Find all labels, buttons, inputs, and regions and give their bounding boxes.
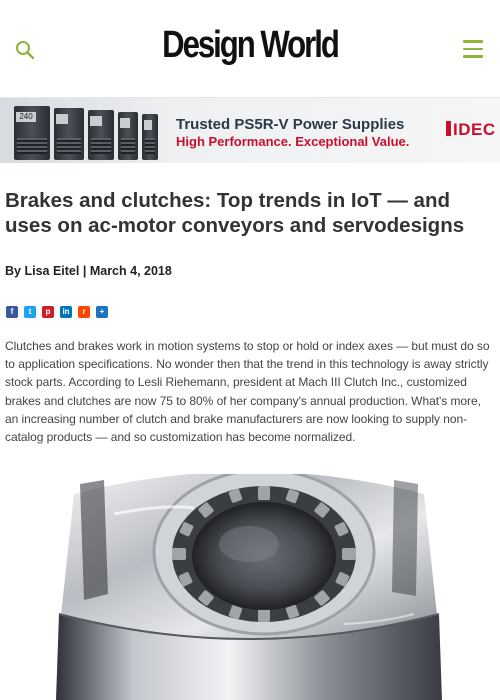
- clutch-hub-illustration: [56, 474, 442, 700]
- pinterest-icon: p: [45, 307, 51, 316]
- social-share-bar: f t p in r +: [6, 306, 108, 318]
- article-hero-image[interactable]: [44, 474, 454, 700]
- ad-product-label: 240: [16, 112, 36, 122]
- ad-title: Trusted PS5R-V Power Supplies: [176, 116, 405, 133]
- article-title: Brakes and clutches: Top trends in IoT —…: [5, 189, 465, 237]
- more-share-button[interactable]: +: [96, 306, 108, 318]
- share-more-icon: +: [99, 307, 105, 316]
- article-body-paragraph: Clutches and brakes work in motion syste…: [5, 339, 490, 445]
- linkedin-share-button[interactable]: in: [60, 306, 72, 318]
- linkedin-icon: in: [62, 307, 70, 316]
- reddit-share-button[interactable]: r: [78, 306, 90, 318]
- site-header: Design World: [0, 0, 500, 98]
- ad-brand-name: IDEC: [453, 120, 496, 139]
- twitter-icon: t: [28, 307, 32, 316]
- twitter-share-button[interactable]: t: [24, 306, 36, 318]
- article-byline: By Lisa Eitel | March 4, 2018: [5, 264, 172, 278]
- reddit-icon: r: [82, 307, 86, 316]
- publish-date: March 4, 2018: [89, 264, 172, 278]
- byline-separator: |: [82, 264, 87, 278]
- search-button[interactable]: [13, 38, 37, 62]
- search-icon[interactable]: [13, 38, 37, 62]
- ad-brand-logo: IDEC: [446, 120, 496, 140]
- byline-prefix: By: [5, 264, 21, 278]
- pinterest-share-button[interactable]: p: [42, 306, 54, 318]
- hamburger-menu-icon[interactable]: [463, 40, 483, 58]
- site-logo[interactable]: Design World: [45, 24, 455, 67]
- facebook-share-button[interactable]: f: [6, 306, 18, 318]
- ad-subtitle: High Performance. Exceptional Value.: [176, 134, 410, 149]
- banner-ad[interactable]: 240 Trusted PS5R-V Power Supplies High P…: [0, 98, 500, 163]
- power-supply-products-image: 240: [14, 102, 159, 160]
- facebook-icon: f: [10, 307, 14, 316]
- author-link[interactable]: Lisa Eitel: [24, 264, 79, 278]
